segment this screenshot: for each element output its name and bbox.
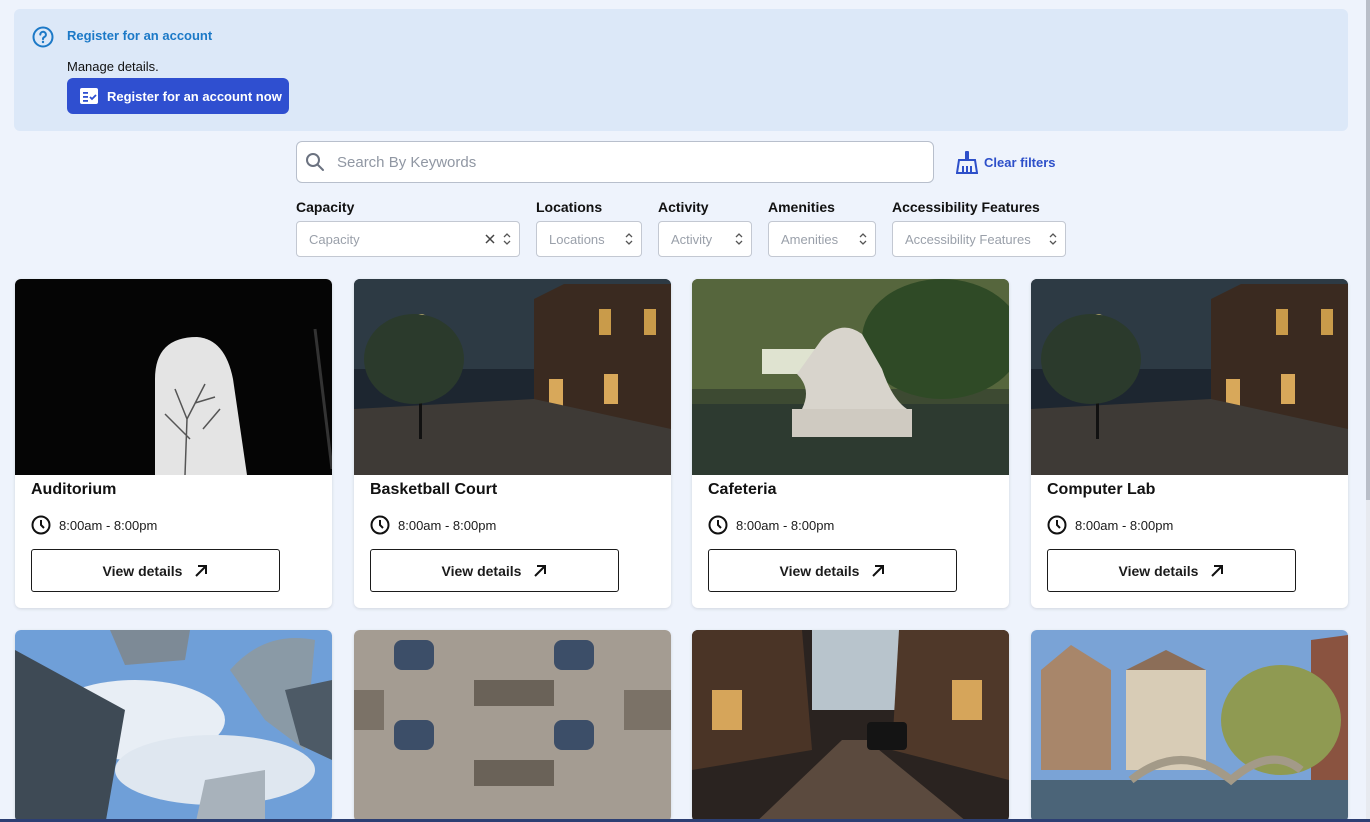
- facility-card: [15, 630, 332, 822]
- filter-label: Capacity: [296, 199, 355, 215]
- arrow-up-right-icon: [872, 564, 885, 577]
- view-details-label: View details: [1118, 562, 1199, 579]
- scrollbar-thumb[interactable]: [1366, 0, 1370, 500]
- locations-select[interactable]: Locations: [536, 221, 642, 257]
- select-placeholder: Locations: [549, 231, 605, 247]
- card-title: Computer Lab: [1047, 481, 1156, 498]
- filter-label: Activity: [658, 199, 709, 215]
- accessibility-select[interactable]: Accessibility Features: [892, 221, 1066, 257]
- filter-accessibility: Accessibility Features Accessibility Fea…: [892, 199, 1066, 257]
- capacity-select[interactable]: Capacity: [296, 221, 520, 257]
- arrow-up-right-icon: [1211, 564, 1224, 577]
- clock-icon: [708, 515, 728, 535]
- broom-icon: [956, 151, 978, 174]
- checklist-icon: [80, 88, 98, 104]
- clear-icon[interactable]: [485, 234, 495, 244]
- hours-text: 8:00am - 8:00pm: [59, 517, 158, 533]
- view-details-button[interactable]: View details: [31, 549, 280, 592]
- help-circle-icon: [32, 26, 54, 48]
- card-image[interactable]: [354, 630, 671, 822]
- chevron-updown-icon: [503, 233, 511, 245]
- view-details-button[interactable]: View details: [1047, 549, 1296, 592]
- clear-filters-label: Clear filters: [984, 154, 1056, 170]
- view-details-button[interactable]: View details: [708, 549, 957, 592]
- select-placeholder: Amenities: [781, 231, 839, 247]
- card-image[interactable]: [692, 279, 1009, 475]
- facility-card: [1031, 630, 1348, 822]
- card-hours: 8:00am - 8:00pm: [370, 515, 496, 535]
- banner-title[interactable]: Register for an account: [67, 28, 212, 43]
- card-title: Auditorium: [31, 481, 117, 498]
- hours-text: 8:00am - 8:00pm: [398, 517, 497, 533]
- chevron-updown-icon: [735, 233, 743, 245]
- filter-locations: Locations Locations: [536, 199, 642, 257]
- hours-text: 8:00am - 8:00pm: [736, 517, 835, 533]
- view-details-label: View details: [102, 562, 183, 579]
- register-now-label: Register for an account now: [107, 88, 282, 104]
- chevron-updown-icon: [625, 233, 633, 245]
- search-bar[interactable]: [296, 141, 934, 183]
- amenities-select[interactable]: Amenities: [768, 221, 876, 257]
- clear-filters-button[interactable]: Clear filters: [956, 150, 1056, 174]
- facility-card: Basketball Court 8:00am - 8:00pm View de…: [354, 279, 671, 608]
- view-details-label: View details: [779, 562, 860, 579]
- facility-card: Cafeteria 8:00am - 8:00pm View details: [692, 279, 1009, 608]
- card-image[interactable]: [354, 279, 671, 475]
- facility-card: [354, 630, 671, 822]
- filter-activity: Activity Activity: [658, 199, 752, 257]
- view-details-label: View details: [441, 562, 522, 579]
- activity-select[interactable]: Activity: [658, 221, 752, 257]
- filter-label: Accessibility Features: [892, 199, 1040, 215]
- select-placeholder: Activity: [671, 231, 713, 247]
- search-input[interactable]: [337, 153, 897, 171]
- chevron-updown-icon: [1049, 233, 1057, 245]
- banner-subtitle: Manage details.: [67, 59, 159, 74]
- filter-label: Locations: [536, 199, 603, 215]
- chevron-updown-icon: [859, 233, 867, 245]
- view-details-button[interactable]: View details: [370, 549, 619, 592]
- search-icon: [306, 153, 324, 171]
- arrow-up-right-icon: [195, 564, 208, 577]
- clock-icon: [1047, 515, 1067, 535]
- register-now-button[interactable]: Register for an account now: [67, 78, 289, 114]
- facility-card: Auditorium 8:00am - 8:00pm View details: [15, 279, 332, 608]
- card-image[interactable]: [15, 630, 332, 822]
- card-image[interactable]: [1031, 279, 1348, 475]
- card-hours: 8:00am - 8:00pm: [1047, 515, 1173, 535]
- filter-capacity: Capacity Capacity: [296, 199, 520, 257]
- card-image[interactable]: [1031, 630, 1348, 822]
- card-title: Cafeteria: [708, 481, 777, 498]
- card-title: Basketball Court: [370, 481, 498, 498]
- card-image[interactable]: [692, 630, 1009, 822]
- filter-label: Amenities: [768, 199, 835, 215]
- facility-card: Computer Lab 8:00am - 8:00pm View detail…: [1031, 279, 1348, 608]
- facility-card: [692, 630, 1009, 822]
- hours-text: 8:00am - 8:00pm: [1075, 517, 1174, 533]
- arrow-up-right-icon: [534, 564, 547, 577]
- register-banner: Register for an account Manage details. …: [14, 9, 1348, 131]
- select-placeholder: Capacity: [309, 231, 360, 247]
- scrollbar[interactable]: [1366, 0, 1370, 822]
- card-hours: 8:00am - 8:00pm: [708, 515, 834, 535]
- card-image[interactable]: [15, 279, 332, 475]
- card-hours: 8:00am - 8:00pm: [31, 515, 157, 535]
- clock-icon: [370, 515, 390, 535]
- filter-amenities: Amenities Amenities: [768, 199, 876, 257]
- clock-icon: [31, 515, 51, 535]
- select-placeholder: Accessibility Features: [905, 231, 1031, 247]
